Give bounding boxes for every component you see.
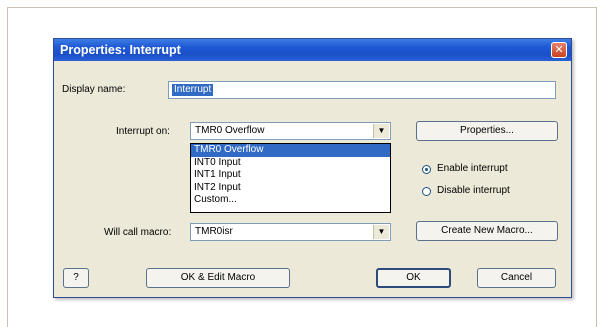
dropdown-option[interactable]: INT1 Input xyxy=(191,169,390,182)
display-name-label: Display name: xyxy=(62,84,126,95)
properties-dialog: Properties: Interrupt ✕ Display name: In… xyxy=(53,38,572,298)
interrupt-on-value: TMR0 Overflow xyxy=(195,125,265,136)
cancel-button[interactable]: Cancel xyxy=(477,268,556,288)
chevron-down-icon[interactable]: ▼ xyxy=(373,124,389,138)
create-new-macro-button[interactable]: Create New Macro... xyxy=(416,221,558,241)
dropdown-option[interactable]: INT2 Input xyxy=(191,182,390,195)
interrupt-dropdown-list: TMR0 Overflow INT0 Input INT1 Input INT2… xyxy=(190,143,391,213)
title-bar[interactable]: Properties: Interrupt ✕ xyxy=(54,39,571,61)
dropdown-option[interactable]: Custom... xyxy=(191,194,390,207)
chevron-down-icon[interactable]: ▼ xyxy=(373,225,389,239)
help-button[interactable]: ? xyxy=(63,268,89,288)
ok-button[interactable]: OK xyxy=(376,268,451,288)
properties-button[interactable]: Properties... xyxy=(416,121,558,141)
disable-interrupt-label[interactable]: Disable interrupt xyxy=(437,185,510,196)
interrupt-on-select[interactable]: TMR0 Overflow ▼ xyxy=(190,122,391,140)
dialog-title: Properties: Interrupt xyxy=(60,43,181,57)
enable-interrupt-label[interactable]: Enable interrupt xyxy=(437,163,508,174)
enable-interrupt-radio[interactable] xyxy=(422,165,431,174)
dropdown-option[interactable]: INT0 Input xyxy=(191,157,390,170)
will-call-macro-label: Will call macro: xyxy=(104,227,172,238)
will-call-macro-value: TMR0isr xyxy=(195,226,233,237)
ok-edit-macro-button[interactable]: OK & Edit Macro xyxy=(146,268,290,288)
interrupt-on-label: Interrupt on: xyxy=(116,126,170,137)
dropdown-option[interactable]: TMR0 Overflow xyxy=(191,144,390,157)
disable-interrupt-radio[interactable] xyxy=(422,187,431,196)
display-name-input[interactable]: Interrupt xyxy=(168,81,556,99)
will-call-macro-select[interactable]: TMR0isr ▼ xyxy=(190,223,391,241)
display-name-value: Interrupt xyxy=(172,84,214,96)
close-icon[interactable]: ✕ xyxy=(551,42,567,58)
